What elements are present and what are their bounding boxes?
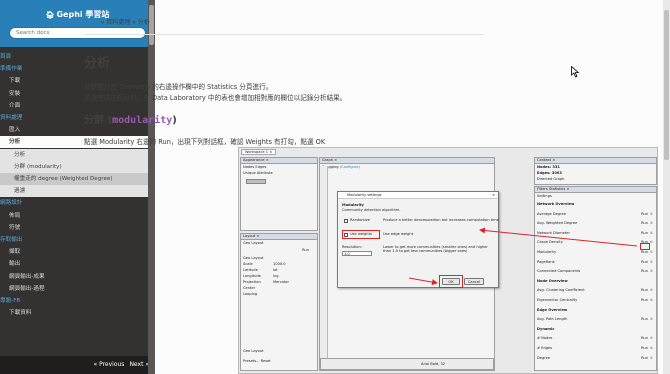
sidebar-item[interactable]: 擷取	[0, 246, 155, 258]
next-link[interactable]: Next »	[129, 361, 149, 368]
arrow-to-use-weights	[479, 227, 638, 247]
breadcrumb-separator: »	[130, 19, 138, 26]
mouse-cursor-icon	[571, 66, 580, 78]
sidebar-item[interactable]: 分群 (modularity)	[0, 160, 155, 173]
breadcrumb-section: 資料處理	[106, 19, 131, 26]
pager: « Previous Next »	[0, 356, 155, 374]
section-heading-modularity: 分群 (modularity)	[84, 111, 177, 126]
gephi-screenshot: Workspace 1 × Appearance × Nodes Edges U…	[238, 147, 658, 374]
page: 🏠︎Gephi 學習站 首頁準備作業下載安裝介面資料處理匯入分析分析分群 (mo…	[0, 0, 670, 374]
breadcrumb: Docs » 資料處理 » 分析	[84, 17, 150, 26]
sidebar-scrollbar[interactable]	[148, 0, 155, 374]
sidebar-item[interactable]: 權重走的 degree (Weighted Degree)	[0, 173, 155, 185]
arrow-to-ok	[408, 277, 438, 286]
heading-keyword: modularity	[112, 115, 173, 126]
annotation-arrows	[408, 227, 638, 286]
breadcrumb-docs-link[interactable]: Docs	[84, 19, 99, 26]
content-scrollbar-thumb[interactable]	[664, 10, 669, 160]
sidebar-item[interactable]: 分析	[0, 148, 155, 161]
home-icon: 🏠︎	[45, 11, 55, 19]
sidebar-item[interactable]: 網頁輸出-成果	[0, 271, 155, 283]
breadcrumb-current: 分析	[137, 19, 150, 26]
sidebar-item[interactable]: 符號	[0, 222, 155, 234]
paragraph-intro: 分析部分在 Overview 的右邊操作欄中的 Statistics 分頁進行。	[84, 83, 273, 91]
paragraph-instructions: 點選 Modularity 右邊的 Run，出現下列對話框，確認 Weights…	[84, 138, 326, 146]
heading-prefix: 分群 (	[84, 115, 113, 126]
sidebar-item[interactable]: 佈局	[0, 210, 155, 222]
sidebar-item[interactable]: 準備作業	[0, 63, 155, 75]
breadcrumb-divider	[84, 34, 484, 35]
sidebar-item[interactable]: 網路設計	[0, 197, 155, 209]
sidebar: 🏠︎Gephi 學習站 首頁準備作業下載安裝介面資料處理匯入分析分析分群 (mo…	[0, 0, 155, 374]
sidebar-item[interactable]: 下載資料	[0, 307, 155, 319]
previous-link[interactable]: « Previous	[94, 361, 125, 368]
sidebar-item[interactable]: 網頁輸出-過程	[0, 283, 155, 295]
page-title: 分析	[84, 56, 111, 71]
sidebar-item[interactable]: 專題-FB	[0, 295, 155, 307]
search-input[interactable]	[9, 27, 146, 39]
sidebar-item[interactable]: 過濾	[0, 185, 155, 198]
sidebar-item[interactable]: 輸出	[0, 258, 155, 270]
paragraph-data-lab: 透過完成這些分析，在 Data Laboratory 中的表也會增加相對應的欄位…	[84, 94, 347, 102]
sidebar-item[interactable]: 首頁	[0, 51, 155, 63]
sidebar-item[interactable]: 存取輸出	[0, 234, 155, 246]
heading-suffix: )	[172, 115, 177, 126]
